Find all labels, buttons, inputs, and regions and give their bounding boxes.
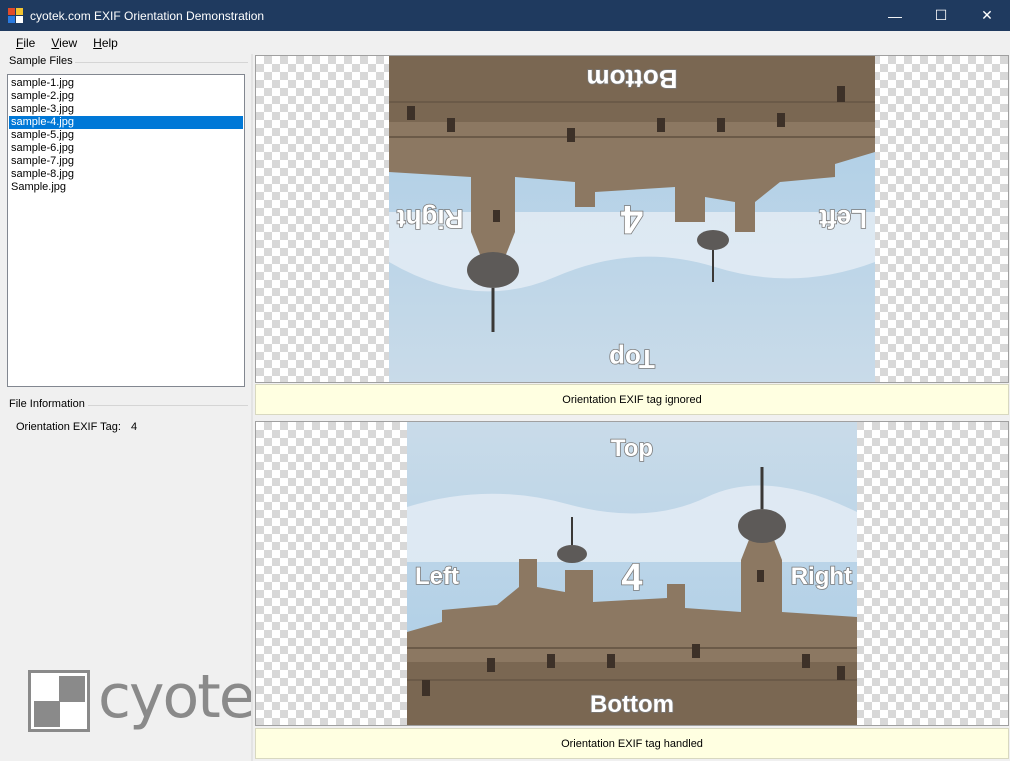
cyotek-logo: cyotek	[28, 662, 288, 732]
file-list-item[interactable]: sample-1.jpg	[9, 77, 243, 90]
sample-files-list[interactable]: sample-1.jpg sample-2.jpg sample-3.jpg samp…	[7, 74, 245, 387]
file-list-item[interactable]: sample-8.jpg	[9, 168, 243, 181]
splitter[interactable]	[251, 54, 253, 761]
image-label-bottom: Bottom	[590, 691, 674, 718]
image-label-top: Top	[609, 344, 655, 374]
image-label-right: Right	[397, 204, 464, 234]
group-divider	[70, 62, 248, 63]
ignored-image: Top 4 Left Right Bottom	[389, 56, 875, 382]
handled-image: Top 4 Left Right Bottom	[407, 422, 857, 725]
orientation-label: Orientation EXIF Tag:	[16, 421, 121, 433]
handled-caption: Orientation EXIF tag handled	[255, 728, 1009, 759]
file-list-item[interactable]: sample-2.jpg	[9, 90, 243, 103]
minimize-button[interactable]: —	[872, 0, 918, 31]
group-divider	[88, 405, 248, 406]
menu-bar: File View Help	[0, 31, 1010, 54]
close-icon: ✕	[981, 7, 993, 23]
handled-image-pane: Top 4 Left Right Bottom	[255, 421, 1009, 726]
image-label-bottom: Bottom	[587, 64, 678, 94]
image-label-center: 4	[620, 197, 643, 241]
image-label-center: 4	[621, 557, 642, 599]
ignored-image-pane: Top 4 Left Right Bottom	[255, 55, 1009, 383]
maximize-button[interactable]: ☐	[918, 0, 964, 31]
ignored-caption: Orientation EXIF tag ignored	[255, 384, 1009, 415]
menu-help[interactable]: Help	[85, 34, 126, 52]
orientation-value: 4	[131, 421, 138, 433]
menu-file[interactable]: File	[8, 34, 43, 52]
file-list-item[interactable]: sample-7.jpg	[9, 155, 243, 168]
window-title: cyotek.com EXIF Orientation Demonstratio…	[30, 8, 265, 23]
image-label-left: Left	[819, 204, 867, 234]
image-label-top: Top	[611, 435, 653, 462]
minimize-icon: —	[888, 7, 902, 24]
file-list-item[interactable]: Sample.jpg	[9, 181, 243, 194]
sample-files-title: Sample Files	[9, 55, 75, 67]
file-list-item[interactable]: sample-6.jpg	[9, 142, 243, 155]
image-label-right: Right	[791, 563, 852, 590]
logo-mark-icon	[28, 670, 90, 732]
app-icon	[8, 7, 24, 24]
maximize-icon: ☐	[934, 7, 948, 23]
title-bar: cyotek.com EXIF Orientation Demonstratio…	[0, 0, 1010, 31]
close-button[interactable]: ✕	[964, 0, 1010, 31]
file-list-item[interactable]: sample-4.jpg	[9, 116, 243, 129]
file-list-item[interactable]: sample-5.jpg	[9, 129, 243, 142]
file-info-title: File Information	[9, 398, 87, 410]
file-list-item[interactable]: sample-3.jpg	[9, 103, 243, 116]
image-label-left: Left	[415, 563, 459, 590]
orientation-info: Orientation EXIF Tag: 4	[16, 421, 137, 433]
menu-view[interactable]: View	[43, 34, 85, 52]
